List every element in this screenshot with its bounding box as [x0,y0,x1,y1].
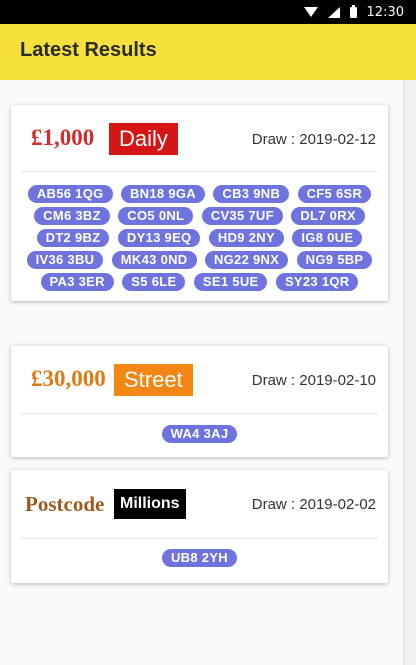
wifi-icon [303,7,318,17]
battery-icon [349,4,357,18]
postcode-chip[interactable]: DT2 9BZ [36,229,110,247]
prize-amount: £1,000 [31,125,95,150]
card-header: £30,000 Street Draw : 2019-02-10 [11,346,388,410]
postcode-list: WA4 3AJ [11,410,388,457]
postcode-chip[interactable]: CF5 6SR [297,185,372,203]
postcode-chip[interactable]: IG8 0UE [292,229,363,247]
postcode-chip[interactable]: CO5 0NL [118,207,194,225]
game-tag-daily: Daily [109,123,178,155]
postcode-chip[interactable]: NG9 5BP [296,251,373,269]
game-tag-street: Street [114,364,193,396]
postcode-list: AB56 1QG BN18 9GA CB3 9NB CF5 6SR CM6 3B… [11,169,388,301]
prize-amount: £30,000 [31,366,106,391]
postcode-chip[interactable]: PA3 3ER [40,273,114,291]
postcode-chip[interactable]: CM6 3BZ [34,207,110,225]
result-card-daily[interactable]: £1,000 Daily Draw : 2019-02-12 AB56 1QG … [11,105,388,301]
app-bar: Latest Results [0,24,416,80]
postcode-chip[interactable]: WA4 3AJ [161,425,238,443]
scrollbar[interactable] [403,80,416,665]
divider [21,413,378,414]
postcode-chip[interactable]: IV36 3BU [26,251,104,269]
postcode-chip[interactable]: DY13 9EQ [117,229,201,247]
postcode-chip[interactable]: S5 6LE [122,273,186,291]
draw-date: Draw : 2019-02-10 [251,372,376,389]
postcode-chip[interactable]: SY23 1QR [275,273,359,291]
postcode-chip[interactable]: CB3 9NB [213,185,290,203]
card-header: £1,000 Daily Draw : 2019-02-12 [11,105,388,169]
postcode-chip[interactable]: NG22 9NX [204,251,289,269]
page-title: Latest Results [20,39,157,61]
result-card-street[interactable]: £30,000 Street Draw : 2019-02-10 WA4 3AJ [11,346,388,457]
postcode-chip[interactable]: SE1 5UE [193,273,268,291]
result-card-millions[interactable]: Postcode Millions Draw : 2019-02-02 UB8 … [11,470,388,583]
postcode-chip[interactable]: UB8 2YH [161,549,237,567]
card-header: Postcode Millions Draw : 2019-02-02 [11,470,388,534]
postcode-chip[interactable]: CV35 7UF [201,207,283,225]
postcode-chip[interactable]: DL7 0RX [291,207,365,225]
status-time: 12:30 [366,4,404,20]
divider [21,538,378,539]
postcode-chip[interactable]: AB56 1QG [27,185,113,203]
divider [21,171,378,172]
postcode-list: UB8 2YH [11,534,388,583]
millions-logo-box: Millions [114,489,186,519]
postcode-chip[interactable]: HD9 2NY [208,229,284,247]
postcode-chip[interactable]: MK43 0ND [111,251,197,269]
signal-icon [327,6,340,18]
postcode-chip[interactable]: BN18 9GA [120,185,205,203]
status-bar: 12:30 [0,0,416,24]
status-icons: 12:30 [303,0,404,24]
draw-date: Draw : 2019-02-12 [251,131,376,148]
postcode-logo-word: Postcode [25,492,105,516]
draw-date: Draw : 2019-02-02 [251,496,376,513]
